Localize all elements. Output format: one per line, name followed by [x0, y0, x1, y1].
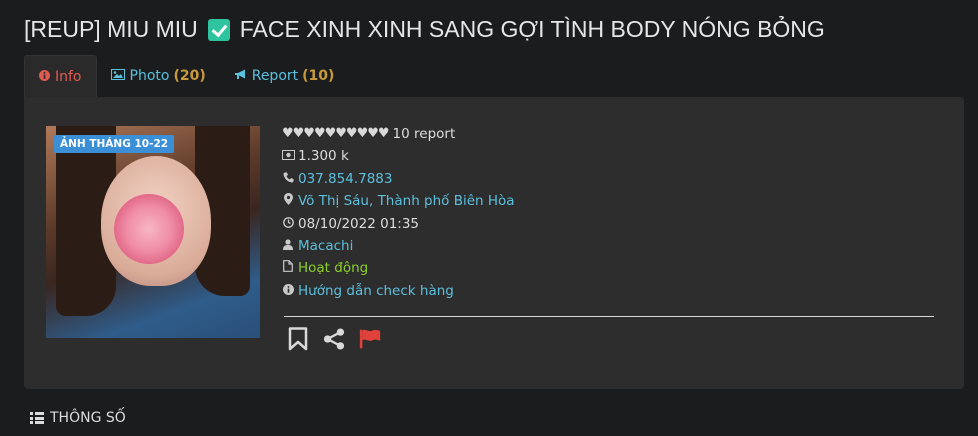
- profile-photo[interactable]: ẢNH THÁNG 10-22: [46, 126, 260, 338]
- location-row: Võ Thị Sáu, Thành phố Biên Hòa: [282, 190, 515, 212]
- status-badge: Hoạt động: [298, 260, 369, 277]
- flag-icon: [359, 329, 381, 349]
- tab-report-label: Report: [251, 67, 299, 84]
- tab-report-count: (10): [302, 67, 335, 84]
- user-link[interactable]: Macachi: [298, 235, 353, 257]
- location-link[interactable]: Võ Thị Sáu, Thành phố Biên Hòa: [298, 190, 515, 212]
- page-title: [REUP] MIU MIU FACE XINH XINH SANG GỢI T…: [24, 16, 825, 43]
- tab-photo-count: (20): [173, 67, 206, 84]
- money-icon: [282, 145, 295, 167]
- guide-row: Hướng dẫn check hàng: [282, 280, 515, 302]
- user-icon: [282, 235, 294, 257]
- user-row: Macachi: [282, 235, 515, 257]
- specs-heading-label: THÔNG SỐ: [50, 410, 126, 426]
- action-bar: [287, 327, 381, 351]
- status-row: Hoạt động: [282, 257, 515, 279]
- price-row: 1.300 k: [282, 145, 515, 167]
- list-icon: [30, 412, 44, 424]
- guide-link[interactable]: Hướng dẫn check hàng: [298, 280, 454, 302]
- date-row: 08/10/2022 01:35: [282, 213, 515, 235]
- info-circle-icon: [282, 280, 294, 302]
- tab-bar: Info Photo (20) Report (10): [24, 55, 348, 97]
- heart-rating-icons: ♥♥♥♥♥♥♥♥♥♥: [282, 126, 390, 141]
- rating-row: ♥♥♥♥♥♥♥♥♥♥ 10 report: [282, 123, 515, 145]
- phone-row: 037.854.7883: [282, 168, 515, 190]
- bookmark-button[interactable]: [287, 327, 309, 351]
- tab-photo[interactable]: Photo (20): [97, 55, 220, 96]
- photo-date-badge: ẢNH THÁNG 10-22: [54, 135, 175, 153]
- image-icon: [110, 68, 125, 83]
- specs-heading: THÔNG SỐ: [30, 410, 126, 426]
- bullhorn-icon: [234, 69, 247, 83]
- post-date: 08/10/2022 01:35: [298, 215, 420, 232]
- check-box-icon: [207, 18, 230, 41]
- divider: [284, 316, 934, 317]
- bookmark-icon: [288, 327, 308, 351]
- info-panel: ẢNH THÁNG 10-22 ♥♥♥♥♥♥♥♥♥♥ 10 report 1.3…: [24, 97, 964, 389]
- file-icon: [282, 257, 294, 279]
- tab-report[interactable]: Report (10): [220, 55, 349, 96]
- tab-info[interactable]: Info: [24, 55, 97, 97]
- report-count: 10 report: [392, 126, 456, 142]
- tab-photo-label: Photo: [129, 67, 170, 84]
- report-flag-button[interactable]: [359, 327, 381, 351]
- profile-info: ♥♥♥♥♥♥♥♥♥♥ 10 report 1.300 k 037.854.788…: [282, 123, 515, 302]
- phone-link[interactable]: 037.854.7883: [298, 168, 392, 190]
- flower-sticker: [114, 194, 184, 264]
- title-suffix: FACE XINH XINH SANG GỢI TÌNH BODY NÓNG B…: [239, 16, 825, 42]
- share-button[interactable]: [323, 327, 345, 351]
- price-value: 1.300 k: [298, 148, 349, 165]
- title-prefix: [REUP] MIU MIU: [24, 16, 198, 42]
- phone-icon: [282, 168, 294, 190]
- clock-icon: [282, 213, 294, 235]
- info-icon: [39, 69, 50, 84]
- map-marker-icon: [282, 190, 294, 212]
- share-icon: [323, 328, 345, 350]
- tab-info-label: Info: [55, 68, 82, 85]
